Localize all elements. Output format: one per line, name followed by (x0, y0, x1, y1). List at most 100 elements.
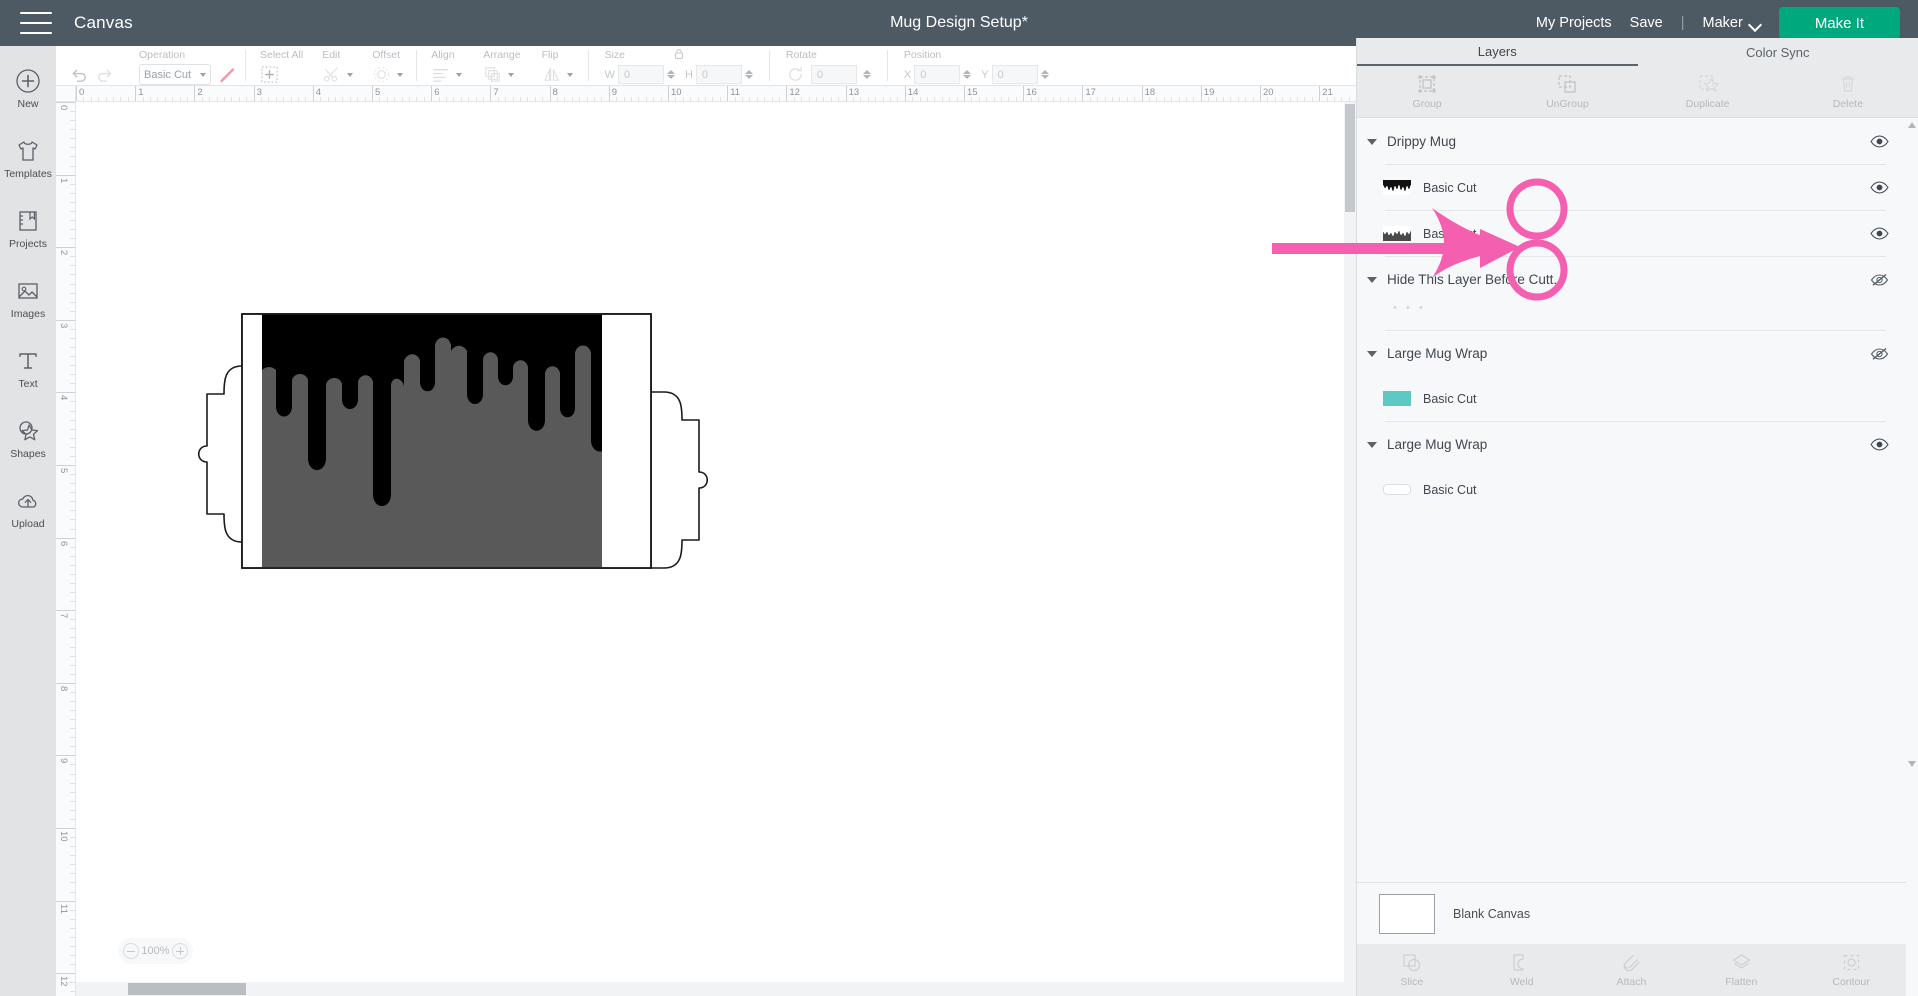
pen-icon[interactable] (217, 65, 237, 85)
tab-layers[interactable]: Layers (1357, 38, 1638, 66)
scroll-up-arrow[interactable] (1908, 122, 1916, 128)
canvas-vertical-scrollbar[interactable] (1344, 102, 1356, 982)
chevron-down-icon[interactable] (456, 72, 463, 77)
weld-button[interactable]: Weld (1467, 952, 1577, 988)
scroll-down-arrow[interactable] (1908, 761, 1916, 767)
height-value[interactable]: 0 (695, 65, 742, 84)
x-value[interactable]: 0 (914, 65, 961, 84)
sidebar-item-projects[interactable]: Projects (0, 200, 56, 258)
rotate-value[interactable]: 0 (810, 65, 857, 84)
layer-row[interactable]: Basic Cut (1357, 211, 1906, 256)
layer-row[interactable]: Basic Cut (1357, 376, 1906, 421)
operation-select[interactable]: Basic Cut (139, 64, 211, 85)
sidebar-item-label: Shapes (10, 448, 46, 460)
lock-aspect-ratio-toggle[interactable] (672, 47, 686, 66)
hamburger-menu-icon[interactable] (20, 12, 52, 34)
eye-icon[interactable] (1868, 177, 1890, 199)
undo-icon[interactable] (70, 65, 89, 84)
layer-row[interactable]: Basic Cut (1357, 467, 1906, 512)
ruler-label: 8 (58, 685, 69, 692)
drippy-mug-artwork[interactable] (76, 102, 1356, 982)
save-button[interactable]: Save (1630, 15, 1663, 31)
layer-name: Large Mug Wrap (1387, 346, 1488, 361)
duplicate-button[interactable]: Duplicate (1638, 66, 1778, 117)
position-y-field[interactable]: Y 0 (981, 65, 1049, 84)
y-label: Y (981, 68, 989, 81)
width-value[interactable]: 0 (617, 65, 664, 84)
scrollbar-thumb[interactable] (1345, 104, 1355, 212)
artboard[interactable] (76, 102, 1356, 996)
ruler-tick (56, 755, 75, 757)
chevron-down-icon[interactable] (397, 72, 404, 77)
layer-row[interactable]: Large Mug Wrap (1357, 331, 1906, 376)
sidebar-item-images[interactable]: Images (0, 270, 56, 328)
width-stepper[interactable] (666, 70, 676, 79)
layers-list[interactable]: Drippy Mug Basic Cut Basic Cut Hide This… (1357, 119, 1906, 769)
layer-row[interactable]: Basic Cut (1357, 165, 1906, 210)
zoom-control[interactable]: 100% (118, 938, 193, 964)
sidebar-item-text[interactable]: Text (0, 340, 56, 398)
rotate-stepper[interactable] (862, 70, 872, 79)
layer-row[interactable]: Hide This Layer Before Cutt... (1357, 257, 1906, 302)
eye-icon[interactable] (1868, 223, 1890, 245)
eye-off-icon[interactable] (1868, 269, 1890, 291)
select-all-caption[interactable]: Select All (260, 49, 303, 61)
flip-icon[interactable] (542, 65, 561, 84)
height-field[interactable]: H 0 (685, 65, 754, 84)
eye-icon[interactable] (1868, 434, 1890, 456)
make-it-button[interactable]: Make It (1778, 7, 1900, 39)
arrange-icon[interactable] (483, 65, 502, 84)
ruler-tick (56, 465, 75, 466)
canvas-horizontal-scrollbar[interactable] (76, 982, 1356, 996)
x-stepper[interactable] (963, 70, 972, 79)
y-value[interactable]: 0 (991, 65, 1038, 84)
chevron-down-icon[interactable] (508, 72, 515, 77)
collapse-triangle-icon[interactable] (1367, 350, 1377, 357)
width-field[interactable]: W 0 (605, 65, 676, 84)
layers-scrollbar[interactable] (1907, 122, 1917, 767)
ruler-tick (56, 973, 75, 975)
sidebar-item-templates[interactable]: Templates (0, 130, 56, 188)
my-projects-link[interactable]: My Projects (1536, 15, 1612, 31)
chevron-down-icon[interactable] (566, 72, 573, 77)
tab-color-sync[interactable]: Color Sync (1638, 38, 1918, 66)
height-label: H (684, 68, 693, 81)
eye-icon[interactable] (1868, 131, 1890, 153)
flatten-button[interactable]: Flatten (1686, 952, 1796, 988)
y-stepper[interactable] (1040, 70, 1050, 79)
layer-row[interactable]: Drippy Mug (1357, 119, 1906, 164)
select-all-icon[interactable] (260, 65, 279, 84)
collapse-triangle-icon[interactable] (1367, 441, 1377, 448)
sidebar-item-shapes[interactable]: Shapes (0, 410, 56, 468)
blank-canvas-row[interactable]: Blank Canvas (1357, 882, 1906, 944)
collapse-triangle-icon[interactable] (1367, 276, 1377, 283)
align-icon[interactable] (431, 65, 450, 84)
machine-name: Maker (1702, 15, 1743, 31)
slice-button[interactable]: Slice (1357, 952, 1467, 988)
delete-button[interactable]: Delete (1778, 66, 1918, 117)
eye-off-icon[interactable] (1868, 343, 1890, 365)
rotate-icon[interactable] (786, 65, 805, 84)
contour-button[interactable]: Contour (1796, 952, 1906, 988)
offset-icon[interactable] (372, 65, 391, 84)
redo-icon[interactable] (95, 65, 114, 84)
scissors-icon[interactable] (322, 65, 341, 84)
position-x-field[interactable]: X 0 (904, 65, 972, 84)
layer-row[interactable]: Large Mug Wrap (1357, 422, 1906, 467)
chevron-down-icon[interactable] (347, 72, 354, 77)
ungroup-button[interactable]: UnGroup (1497, 66, 1637, 117)
layer-name: Drippy Mug (1387, 134, 1457, 149)
scrollbar-thumb[interactable] (128, 983, 246, 995)
machine-selector[interactable]: Maker (1703, 15, 1761, 31)
edit-caption: Edit (322, 49, 341, 61)
sidebar-item-upload[interactable]: Upload (0, 480, 56, 538)
ruler-label: 5 (58, 468, 69, 474)
attach-button[interactable]: Attach (1577, 952, 1687, 988)
height-stepper[interactable] (744, 70, 754, 79)
sidebar-item-label: Projects (9, 238, 47, 250)
sidebar-item-new[interactable]: New (0, 60, 56, 118)
zoom-out-button[interactable] (123, 943, 139, 959)
collapse-triangle-icon[interactable] (1367, 138, 1377, 145)
zoom-in-button[interactable] (171, 943, 188, 959)
group-button[interactable]: Group (1357, 66, 1497, 117)
